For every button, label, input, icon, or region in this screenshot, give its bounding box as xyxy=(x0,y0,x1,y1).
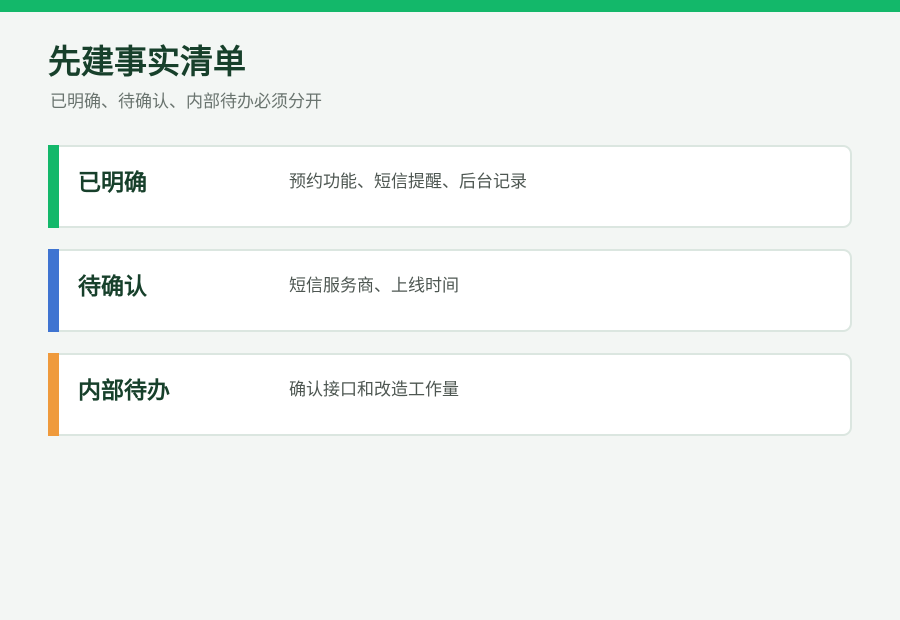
card-title: 已明确 xyxy=(78,170,147,196)
card-detail: 确认接口和改造工作量 xyxy=(289,380,459,400)
card-title: 内部待办 xyxy=(78,378,170,404)
fact-card-internal: 内部待办 确认接口和改造工作量 xyxy=(48,353,852,436)
card-title: 待确认 xyxy=(78,274,147,300)
fact-card-pending: 待确认 短信服务商、上线时间 xyxy=(48,249,852,332)
card-accent-bar xyxy=(48,249,59,332)
card-accent-bar xyxy=(48,145,59,228)
page-title: 先建事实清单 xyxy=(48,42,246,81)
card-detail: 预约功能、短信提醒、后台记录 xyxy=(289,172,527,192)
fact-list: 已明确 预约功能、短信提醒、后台记录 待确认 短信服务商、上线时间 内部待办 确… xyxy=(48,145,852,457)
top-accent-bar xyxy=(0,0,900,12)
page-subtitle: 已明确、待确认、内部待办必须分开 xyxy=(50,92,322,112)
card-accent-bar xyxy=(48,353,59,436)
fact-card-confirmed: 已明确 预约功能、短信提醒、后台记录 xyxy=(48,145,852,228)
card-detail: 短信服务商、上线时间 xyxy=(289,276,459,296)
